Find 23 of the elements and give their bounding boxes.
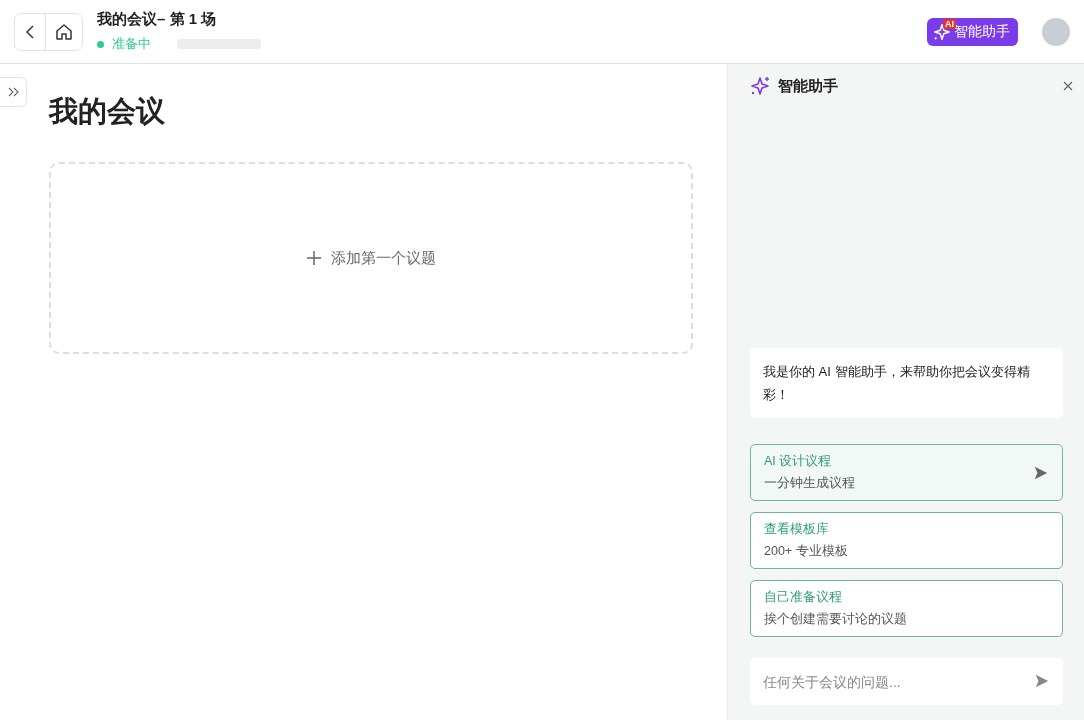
assistant-message: 我是你的 AI 智能助手，来帮助你把会议变得精彩！ — [750, 348, 1063, 418]
page-heading: 我的会议 — [49, 94, 166, 129]
send-icon — [1033, 464, 1049, 481]
home-icon — [55, 22, 73, 41]
suggestion-option[interactable]: 查看模板库 200+ 专业模板 — [750, 512, 1063, 569]
close-button[interactable] — [1063, 81, 1073, 91]
expand-sidebar-button[interactable] — [0, 77, 27, 107]
send-icon — [1034, 673, 1050, 689]
suggestion-option[interactable]: 自己准备议程 挨个创建需要讨论的议题 — [750, 580, 1063, 637]
question-input[interactable]: 任何关于会议的问题... — [750, 658, 1063, 705]
status-dot — [97, 40, 104, 48]
add-topic-button[interactable]: 添加第一个议题 — [49, 162, 693, 354]
suggestion-option[interactable]: AI 设计议程 一分钟生成议程 — [750, 444, 1063, 501]
plus-icon — [306, 251, 321, 265]
send-button[interactable] — [1034, 673, 1050, 689]
close-icon — [1063, 81, 1073, 91]
double-chevron-right-icon — [7, 87, 19, 97]
chevron-left-icon — [26, 24, 34, 39]
panel-title: 智能助手 — [778, 76, 838, 96]
meeting-title: 我的会议– 第 1 场 — [97, 10, 218, 29]
sparkle-icon — [750, 76, 770, 96]
status-label: 准备中 — [112, 35, 151, 53]
ai-badge: AI — [943, 18, 956, 29]
